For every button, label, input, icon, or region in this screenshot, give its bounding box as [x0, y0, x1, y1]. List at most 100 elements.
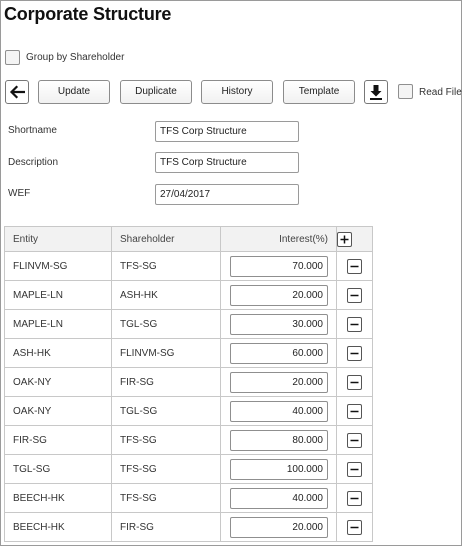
- remove-row-cell: [336, 425, 373, 455]
- minus-icon: [350, 381, 359, 383]
- table-row: MAPLE-LN TGL-SG: [4, 309, 373, 339]
- remove-row-button[interactable]: [347, 287, 362, 303]
- interest-cell: [220, 512, 337, 542]
- minus-icon: [350, 294, 359, 296]
- remove-row-button[interactable]: [347, 461, 362, 477]
- table-row: OAK-NY FIR-SG: [4, 367, 373, 397]
- remove-row-button[interactable]: [347, 258, 362, 274]
- entity-column-header: Entity: [4, 226, 112, 252]
- remove-row-cell: [336, 367, 373, 397]
- remove-row-button[interactable]: [347, 519, 362, 535]
- description-label: Description: [8, 157, 59, 168]
- minus-icon: [350, 439, 359, 441]
- page-title: Corporate Structure: [4, 4, 172, 24]
- interest-input[interactable]: [230, 400, 328, 422]
- shareholder-cell: FLINVM-SG: [111, 338, 221, 368]
- minus-icon: [350, 410, 359, 412]
- remove-row-button[interactable]: [347, 316, 362, 332]
- history-button[interactable]: History: [201, 80, 273, 104]
- remove-row-button[interactable]: [347, 374, 362, 390]
- remove-row-button[interactable]: [347, 403, 362, 419]
- group-by-shareholder-label: Group by Shareholder: [26, 52, 125, 63]
- minus-icon: [350, 468, 359, 470]
- table-row: BEECH-HK FIR-SG: [4, 512, 373, 542]
- arrow-left-icon: [9, 85, 25, 99]
- interest-input[interactable]: [230, 487, 328, 509]
- interest-input[interactable]: [230, 284, 328, 306]
- shareholder-cell: TFS-SG: [111, 483, 221, 513]
- group-by-shareholder-checkbox[interactable]: [5, 50, 20, 65]
- entity-cell: FLINVM-SG: [4, 251, 112, 281]
- table-row: ASH-HK FLINVM-SG: [4, 338, 373, 368]
- remove-row-cell: [336, 338, 373, 368]
- remove-row-button[interactable]: [347, 490, 362, 506]
- remove-row-button[interactable]: [347, 432, 362, 448]
- entity-cell: OAK-NY: [4, 396, 112, 426]
- interest-cell: [220, 309, 337, 339]
- download-icon: [370, 85, 382, 100]
- entity-cell: BEECH-HK: [4, 483, 112, 513]
- entity-cell: MAPLE-LN: [4, 309, 112, 339]
- interest-input[interactable]: [230, 429, 328, 451]
- interest-input[interactable]: [230, 313, 328, 335]
- interest-cell: [220, 483, 337, 513]
- remove-row-button[interactable]: [347, 345, 362, 361]
- entity-cell: MAPLE-LN: [4, 280, 112, 310]
- remove-row-cell: [336, 309, 373, 339]
- entity-cell: BEECH-HK: [4, 512, 112, 542]
- interest-input[interactable]: [230, 458, 328, 480]
- shareholder-column-header: Shareholder: [111, 226, 221, 252]
- entity-cell: OAK-NY: [4, 367, 112, 397]
- shortname-input[interactable]: [155, 121, 299, 142]
- shareholder-cell: ASH-HK: [111, 280, 221, 310]
- interest-cell: [220, 251, 337, 281]
- interest-input[interactable]: [230, 516, 328, 538]
- interest-cell: [220, 280, 337, 310]
- interest-cell: [220, 425, 337, 455]
- minus-icon: [350, 323, 359, 325]
- entity-cell: TGL-SG: [4, 454, 112, 484]
- shareholder-cell: TFS-SG: [111, 425, 221, 455]
- interest-input[interactable]: [230, 255, 328, 277]
- wef-input[interactable]: [155, 184, 299, 205]
- remove-row-cell: [336, 396, 373, 426]
- shortname-label: Shortname: [8, 125, 57, 136]
- read-file-checkbox[interactable]: [398, 84, 413, 99]
- shareholder-cell: TGL-SG: [111, 396, 221, 426]
- interest-cell: [220, 338, 337, 368]
- interest-column-header: Interest(%): [220, 226, 337, 252]
- add-row-button[interactable]: [337, 231, 352, 247]
- shareholder-cell: FIR-SG: [111, 512, 221, 542]
- remove-row-cell: [336, 483, 373, 513]
- interest-input[interactable]: [230, 371, 328, 393]
- table-row: FLINVM-SG TFS-SG: [4, 251, 373, 281]
- wef-label: WEF: [8, 188, 31, 199]
- minus-icon: [350, 526, 359, 528]
- shareholder-cell: TFS-SG: [111, 454, 221, 484]
- description-input[interactable]: [155, 152, 299, 173]
- entity-cell: FIR-SG: [4, 425, 112, 455]
- table-row: FIR-SG TFS-SG: [4, 425, 373, 455]
- plus-icon: [340, 235, 349, 243]
- table-row: OAK-NY TGL-SG: [4, 396, 373, 426]
- minus-icon: [350, 497, 359, 499]
- table-row: MAPLE-LN ASH-HK: [4, 280, 373, 310]
- duplicate-button[interactable]: Duplicate: [120, 80, 192, 104]
- shareholder-cell: TFS-SG: [111, 251, 221, 281]
- remove-row-cell: [336, 512, 373, 542]
- back-button[interactable]: [5, 80, 29, 104]
- add-row-cell: [336, 226, 373, 252]
- interest-input[interactable]: [230, 342, 328, 364]
- shareholder-cell: TGL-SG: [111, 309, 221, 339]
- template-button[interactable]: Template: [283, 80, 355, 104]
- download-button[interactable]: [364, 80, 388, 104]
- update-button[interactable]: Update: [38, 80, 110, 104]
- interest-cell: [220, 396, 337, 426]
- table-row: BEECH-HK TFS-SG: [4, 483, 373, 513]
- minus-icon: [350, 352, 359, 354]
- minus-icon: [350, 265, 359, 267]
- remove-row-cell: [336, 251, 373, 281]
- shareholder-cell: FIR-SG: [111, 367, 221, 397]
- entity-cell: ASH-HK: [4, 338, 112, 368]
- read-file-label: Read File: [419, 87, 462, 98]
